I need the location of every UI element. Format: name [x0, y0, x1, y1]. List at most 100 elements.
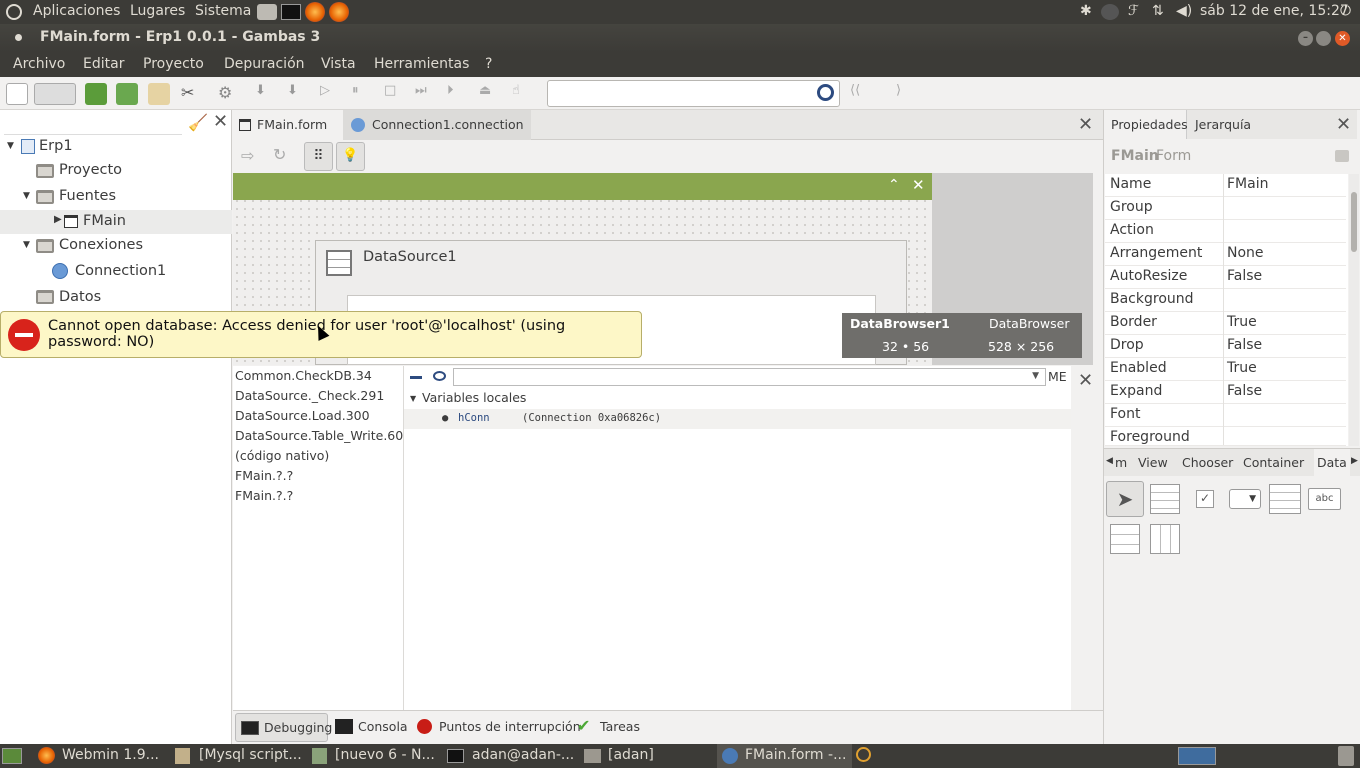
window-menu-dot[interactable]: [15, 34, 22, 41]
datacontrol-tool-icon[interactable]: [1269, 484, 1301, 514]
property-row[interactable]: Font: [1105, 404, 1346, 427]
variable-row[interactable]: ● hConn (Connection 0xa06826c): [404, 409, 1071, 429]
datatable-tool-icon[interactable]: [1110, 524, 1140, 554]
network-icon[interactable]: [1101, 4, 1119, 20]
transfer-icon[interactable]: ⇅: [1152, 3, 1164, 19]
tree-item-erp1[interactable]: Erp1: [39, 138, 73, 154]
menu-archivo[interactable]: Archivo: [13, 56, 65, 72]
expander-icon[interactable]: ▼: [23, 240, 30, 250]
tab-debugging[interactable]: Debugging: [235, 713, 332, 742]
tab-breakpoints[interactable]: Puntos de interrupción: [439, 719, 581, 734]
close-icon[interactable]: ✕: [912, 176, 925, 194]
toolbox-tab[interactable]: m: [1115, 455, 1127, 470]
menu-depuracion[interactable]: Depuración: [224, 56, 305, 72]
eject-icon[interactable]: ⏏: [479, 83, 501, 105]
tab-fmain-form[interactable]: FMain.form: [233, 110, 343, 140]
menu-editar[interactable]: Editar: [83, 56, 124, 72]
camera-icon[interactable]: [257, 4, 277, 20]
toolbox-tab-data[interactable]: Data: [1314, 449, 1350, 477]
minus-icon[interactable]: [410, 376, 422, 379]
property-row[interactable]: Background: [1105, 289, 1346, 312]
menu-help[interactable]: ?: [485, 56, 492, 72]
menu-lugares[interactable]: Lugares: [130, 3, 185, 19]
clear-filter-icon[interactable]: 🧹: [188, 113, 208, 132]
maximize-button[interactable]: [1316, 31, 1331, 46]
compile-icon[interactable]: ⬇: [255, 83, 277, 105]
tree-item-fuentes[interactable]: Fuentes: [59, 188, 116, 204]
property-row[interactable]: Name FMain: [1105, 174, 1346, 197]
compile-all-icon[interactable]: ⬇: [287, 83, 309, 105]
menu-herramientas[interactable]: Herramientas: [374, 56, 469, 72]
search-icon[interactable]: [817, 84, 834, 101]
forward-icon[interactable]: ⏵: [447, 83, 469, 105]
datacheckbox-tool-icon[interactable]: ✓: [1196, 490, 1214, 508]
watch-expression-input[interactable]: ▼: [453, 368, 1046, 386]
settings-icon[interactable]: ⚙: [218, 83, 240, 105]
form-scrollbar[interactable]: [1093, 173, 1103, 365]
tree-item-proyecto[interactable]: Proyecto: [59, 162, 122, 178]
taskbar-item-gambas-active[interactable]: FMain.form -...: [717, 744, 852, 768]
stack-frame[interactable]: DataSource.Table_Write.605: [235, 428, 411, 443]
terminal-icon[interactable]: [281, 4, 301, 20]
eye-icon[interactable]: [433, 371, 446, 381]
datasource-tool-icon[interactable]: [1150, 524, 1180, 554]
property-row[interactable]: AutoResize False: [1105, 266, 1346, 289]
scroll-thumb[interactable]: [1351, 192, 1357, 252]
property-row[interactable]: Action: [1105, 220, 1346, 243]
chevron-down-icon[interactable]: ▼: [1032, 371, 1039, 381]
taskbar-item-nuevo[interactable]: [nuevo 6 - N...: [335, 744, 435, 768]
databrowser-tool-icon[interactable]: [1150, 484, 1180, 514]
close-icon[interactable]: ✕: [1336, 114, 1351, 135]
stack-frame[interactable]: (código nativo): [235, 448, 329, 463]
show-desktop-icon[interactable]: [2, 748, 22, 764]
tree-filter-input[interactable]: [4, 113, 182, 135]
stack-frame[interactable]: FMain.?.?: [235, 468, 293, 483]
pointer-tool[interactable]: ➤: [1106, 481, 1144, 517]
taskbar-item-terminal[interactable]: adan@adan-...: [472, 744, 574, 768]
taskbar-item-mysql[interactable]: [Mysql script...: [199, 744, 302, 768]
stack-frame[interactable]: FMain.?.?: [235, 488, 293, 503]
save-all-icon[interactable]: [116, 83, 138, 105]
ubuntu-logo-icon[interactable]: [6, 4, 22, 20]
arrow-right-icon[interactable]: ⇨: [241, 146, 254, 165]
property-value[interactable]: None: [1227, 245, 1264, 261]
firefox-icon[interactable]: [329, 2, 349, 22]
scroll-left-icon[interactable]: ◀: [1106, 456, 1113, 466]
menu-proyecto[interactable]: Proyecto: [143, 56, 204, 72]
tab-consola[interactable]: Consola: [358, 719, 408, 734]
volume-icon[interactable]: ◀): [1176, 3, 1192, 19]
property-value[interactable]: FMain: [1227, 176, 1268, 192]
property-value[interactable]: True: [1227, 314, 1257, 330]
menu-aplicaciones[interactable]: Aplicaciones: [33, 3, 120, 19]
property-value[interactable]: False: [1227, 383, 1262, 399]
menu-vista[interactable]: Vista: [321, 56, 356, 72]
property-scrollbar[interactable]: [1349, 174, 1359, 446]
new-file-icon[interactable]: [6, 83, 28, 105]
run-icon[interactable]: ▷: [320, 83, 342, 105]
refresh-icon[interactable]: ↻: [273, 145, 286, 164]
toolbox-tab[interactable]: Chooser: [1182, 455, 1233, 470]
property-value[interactable]: False: [1227, 268, 1262, 284]
pointer-icon[interactable]: ☝: [512, 83, 534, 105]
stack-frame[interactable]: DataSource.Load.300: [235, 408, 370, 423]
tab-tareas[interactable]: Tareas: [600, 719, 640, 734]
property-row[interactable]: Foreground: [1105, 427, 1346, 446]
keyboard-icon[interactable]: ℱ: [1128, 3, 1139, 19]
pause-icon[interactable]: ⏸: [352, 83, 374, 105]
scroll-right-icon[interactable]: ▶: [1351, 456, 1358, 466]
chevron-up-icon[interactable]: ⌃: [888, 177, 900, 193]
expander-icon[interactable]: ▶: [54, 214, 62, 225]
nav-forward-icon[interactable]: ⟩: [896, 83, 918, 105]
bluetooth-icon[interactable]: ✱: [1080, 3, 1092, 19]
taskbar-item-folder[interactable]: [adan]: [608, 744, 654, 768]
trash-icon[interactable]: [1338, 746, 1354, 766]
tree-item-fmain[interactable]: FMain: [83, 213, 126, 229]
close-icon[interactable]: ✕: [1078, 114, 1093, 135]
close-button[interactable]: ✕: [1335, 31, 1350, 46]
lightbulb-icon[interactable]: 💡: [336, 142, 365, 171]
expander-icon[interactable]: ▼: [7, 141, 14, 151]
open-project-icon[interactable]: [34, 83, 76, 105]
property-row[interactable]: Expand False: [1105, 381, 1346, 404]
nav-back-icon[interactable]: ⟨⟨: [850, 83, 872, 105]
stack-frame[interactable]: Common.CheckDB.34: [235, 368, 372, 383]
